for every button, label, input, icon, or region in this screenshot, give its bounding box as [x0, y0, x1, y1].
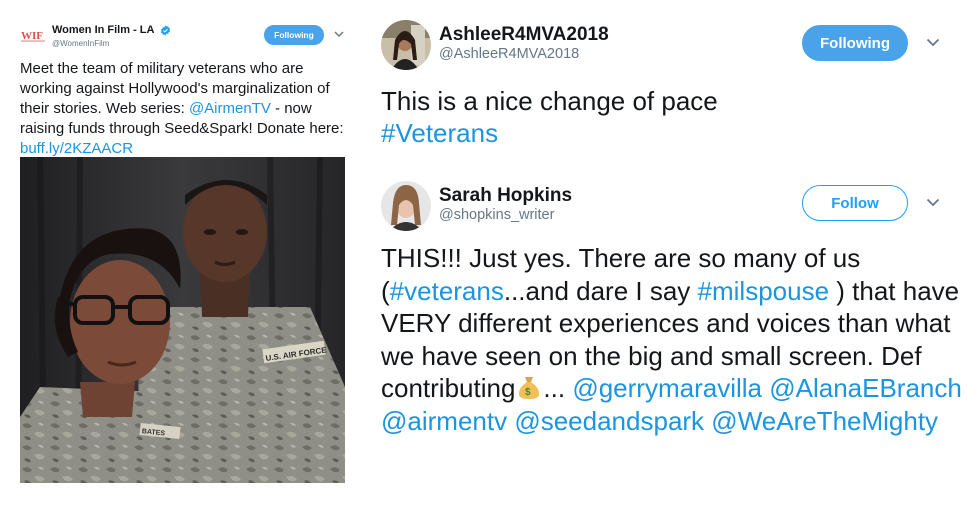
link-buffly[interactable]: buff.ly/2KZAACR: [20, 140, 133, 157]
mention-wearethemighty[interactable]: @WeAreTheMighty: [711, 406, 938, 436]
avatar[interactable]: [381, 20, 431, 70]
mention-seedandspark[interactable]: @seedandspark: [514, 406, 704, 436]
tweet-text: Meet the team of military veterans who a…: [20, 59, 350, 159]
hashtag-veterans[interactable]: #veterans: [390, 276, 504, 306]
avatar[interactable]: [381, 181, 431, 231]
tweet-text-part: ...: [543, 373, 573, 403]
author-name[interactable]: Women In Film - LA: [52, 24, 171, 36]
tweet-women-in-film: WIF Women In Film - LA @WomenInFilm Foll…: [0, 0, 362, 507]
mention-gerrymaravilla[interactable]: @gerrymaravilla: [572, 373, 762, 403]
tweet-ashlee: AshleeR4MVA2018 @AshleeR4MVA2018 Followi…: [362, 0, 973, 170]
mention-airmentv[interactable]: @AirmenTV: [189, 100, 271, 117]
author-name[interactable]: AshleeR4MVA2018: [439, 24, 609, 46]
chevron-down-icon[interactable]: [926, 198, 940, 207]
following-button[interactable]: Following: [802, 25, 908, 61]
svg-text:$: $: [525, 387, 531, 398]
hashtag-milspouse[interactable]: #milspouse: [698, 276, 830, 306]
chevron-down-icon[interactable]: [334, 31, 344, 38]
author-name-text[interactable]: Women In Film - LA: [52, 24, 154, 36]
mention-airmentv[interactable]: @airmentv: [381, 406, 507, 436]
tweet-text: THIS!!! Just yes. There are so many of u…: [381, 242, 966, 437]
mention-alanaebranch[interactable]: @AlanaEBranch: [769, 373, 962, 403]
verified-badge-icon: [161, 25, 171, 36]
money-bag-icon: $: [519, 377, 540, 399]
following-button[interactable]: Following: [264, 25, 324, 45]
tweet-photo[interactable]: U.S. AIR FORCE BATES: [20, 157, 345, 483]
author-name[interactable]: Sarah Hopkins: [439, 185, 572, 207]
author-handle[interactable]: @AshleeR4MVA2018: [439, 46, 579, 62]
logo-text: WIF: [21, 30, 43, 42]
tweet-text: This is a nice change of pace #Veterans: [381, 85, 961, 149]
author-handle[interactable]: @shopkins_writer: [439, 207, 554, 223]
tweet-text-part: This is a nice change of pace: [381, 86, 718, 116]
chevron-down-icon[interactable]: [926, 38, 940, 47]
tweet-text-part: ...and dare I say: [503, 275, 698, 306]
author-handle[interactable]: @WomenInFilm: [52, 39, 109, 48]
tweet-sarah-hopkins: Sarah Hopkins @shopkins_writer Follow TH…: [362, 165, 973, 507]
follow-button[interactable]: Follow: [802, 185, 908, 221]
women-in-film-logo-avatar[interactable]: WIF: [20, 26, 46, 44]
hashtag-veterans[interactable]: #Veterans: [381, 118, 498, 148]
